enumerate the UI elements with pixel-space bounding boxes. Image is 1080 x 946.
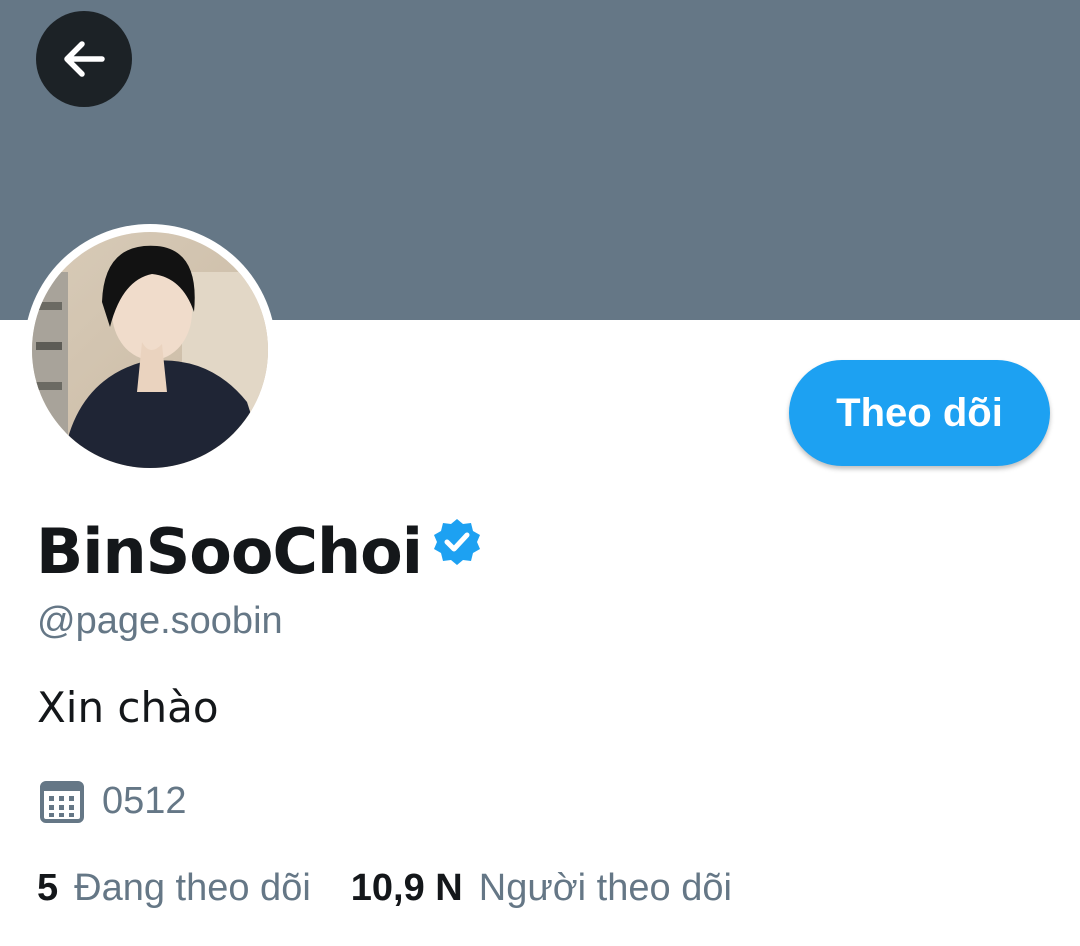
follow-stats: 5 Đang theo dõi 10,9 N Người theo dõi — [37, 862, 732, 914]
follow-button[interactable]: Theo dõi — [789, 360, 1050, 466]
followers-label: Người theo dõi — [478, 866, 732, 909]
display-name-row: BinSooChoi — [36, 510, 482, 594]
followers-count: 10,9 N — [350, 866, 463, 909]
joined-date-row: 0512 — [38, 774, 187, 828]
back-button[interactable] — [36, 11, 132, 107]
arrow-left-icon — [64, 41, 105, 77]
verified-badge-icon — [432, 517, 482, 567]
display-name: BinSooChoi — [36, 515, 423, 588]
followers-stat[interactable]: 10,9 N Người theo dõi — [351, 867, 732, 910]
profile-bio: Xin chào — [37, 683, 219, 732]
following-stat[interactable]: 5 Đang theo dõi — [37, 867, 311, 910]
following-count: 5 — [37, 866, 59, 909]
avatar-photo — [32, 232, 268, 468]
profile-handle: @page.soobin — [37, 600, 283, 642]
joined-date: 0512 — [102, 779, 187, 822]
avatar[interactable] — [32, 232, 268, 468]
following-label: Đang theo dõi — [74, 866, 311, 909]
calendar-icon — [38, 777, 86, 825]
